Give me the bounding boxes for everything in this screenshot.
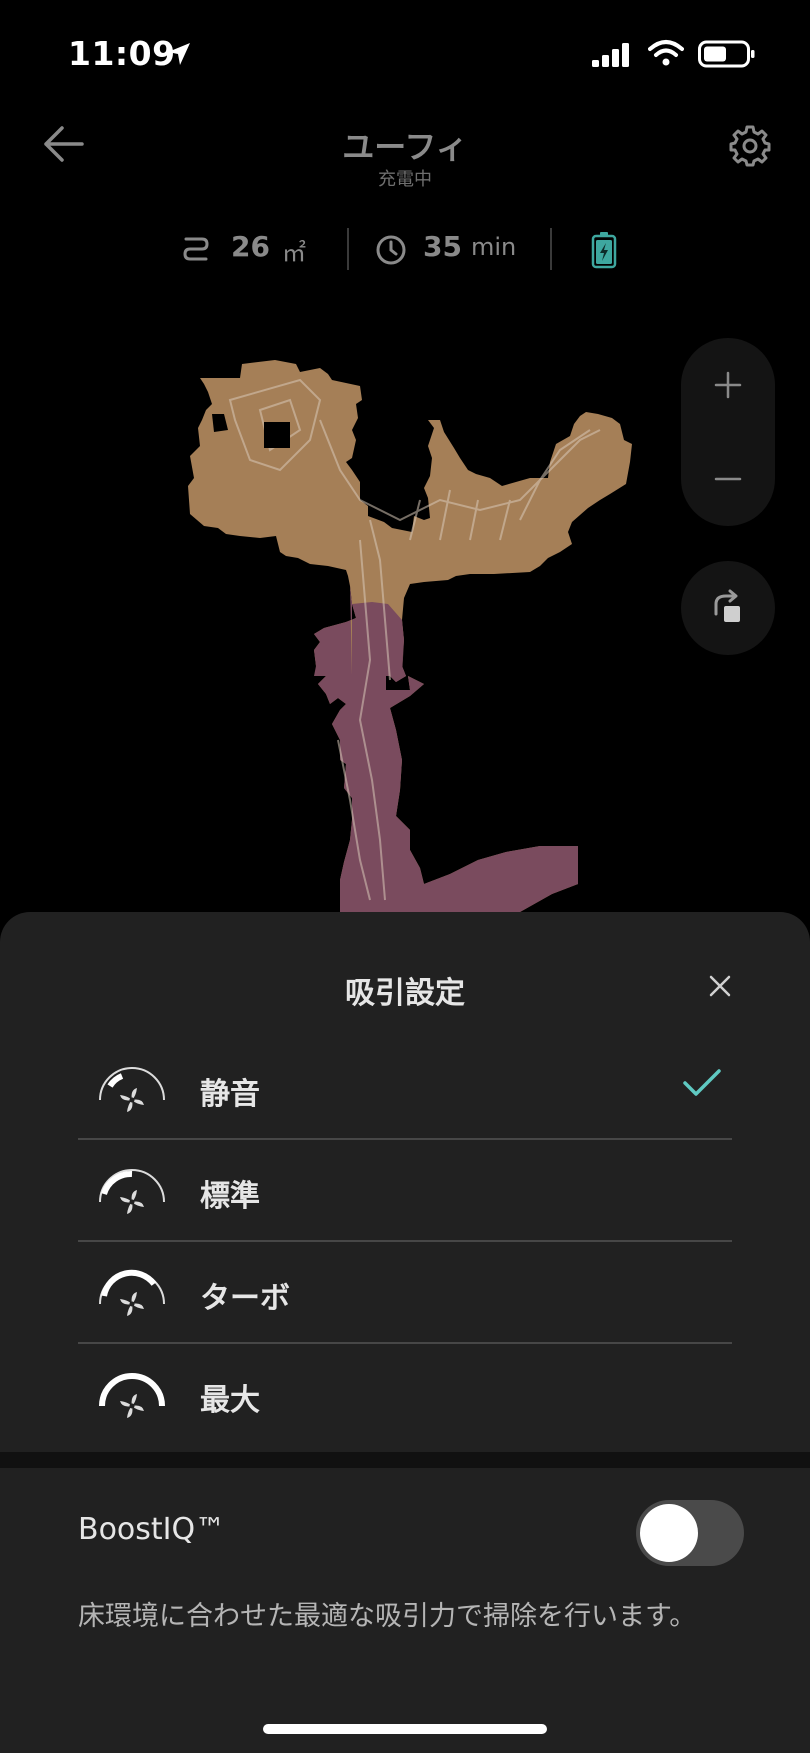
area-unit: ㎡ xyxy=(282,239,306,267)
suction-option-max[interactable]: 最大 xyxy=(78,1344,732,1452)
stat-divider xyxy=(550,228,552,270)
boost-label: BoostIQ™ xyxy=(78,1512,226,1547)
minus-icon xyxy=(714,477,742,481)
cellular-signal-icon xyxy=(592,43,629,67)
fan-max-icon xyxy=(99,1373,165,1418)
page-title: ユーフィ xyxy=(342,128,468,166)
close-button[interactable] xyxy=(696,962,744,1010)
sheet-title: 吸引設定 xyxy=(345,976,465,1011)
time-unit: min xyxy=(471,233,517,261)
wifi-icon xyxy=(648,40,684,66)
map-room-b xyxy=(318,640,578,912)
suction-option-quiet[interactable]: 静音 xyxy=(78,1038,732,1140)
suction-option-label: 標準 xyxy=(200,1179,260,1214)
status-time: 11:09 xyxy=(68,34,176,73)
map-obstacle xyxy=(264,422,290,448)
location-arrow-icon xyxy=(168,43,190,65)
section-gap xyxy=(0,1452,810,1468)
gear-icon xyxy=(729,125,771,167)
area-value: 26 xyxy=(231,230,270,263)
suction-option-label: ターボ xyxy=(200,1281,290,1316)
suction-option-turbo[interactable]: ターボ xyxy=(78,1242,732,1344)
device-status: 充電中 xyxy=(378,169,432,190)
cleaning-path-icon xyxy=(183,237,209,261)
toggle-knob xyxy=(640,1504,698,1562)
stat-divider xyxy=(347,228,349,270)
clock-icon xyxy=(376,235,406,265)
fan-quiet-icon xyxy=(99,1067,165,1112)
rotate-map-button[interactable] xyxy=(681,561,775,655)
boost-description: 床環境に合わせた最適な吸引力で掃除を行います。 xyxy=(78,1601,697,1632)
home-indicator[interactable] xyxy=(263,1724,547,1734)
map-room-a xyxy=(188,360,632,912)
battery-charging-icon xyxy=(591,232,617,269)
zoom-in-button[interactable] xyxy=(681,338,775,432)
checkmark-icon xyxy=(683,1069,721,1096)
fan-turbo-icon xyxy=(99,1269,165,1316)
close-icon xyxy=(709,975,731,997)
settings-button[interactable] xyxy=(722,118,778,174)
plus-icon xyxy=(714,371,742,399)
suction-option-standard[interactable]: 標準 xyxy=(78,1140,732,1242)
zoom-out-button[interactable] xyxy=(681,432,775,526)
rotate-icon xyxy=(714,589,740,622)
stats-row: 26 ㎡ 35 min xyxy=(0,226,810,272)
fan-standard-icon xyxy=(99,1169,165,1214)
suction-option-label: 最大 xyxy=(200,1383,260,1418)
time-value: 35 xyxy=(423,230,462,263)
battery-icon xyxy=(698,40,755,68)
suction-option-label: 静音 xyxy=(200,1077,260,1112)
